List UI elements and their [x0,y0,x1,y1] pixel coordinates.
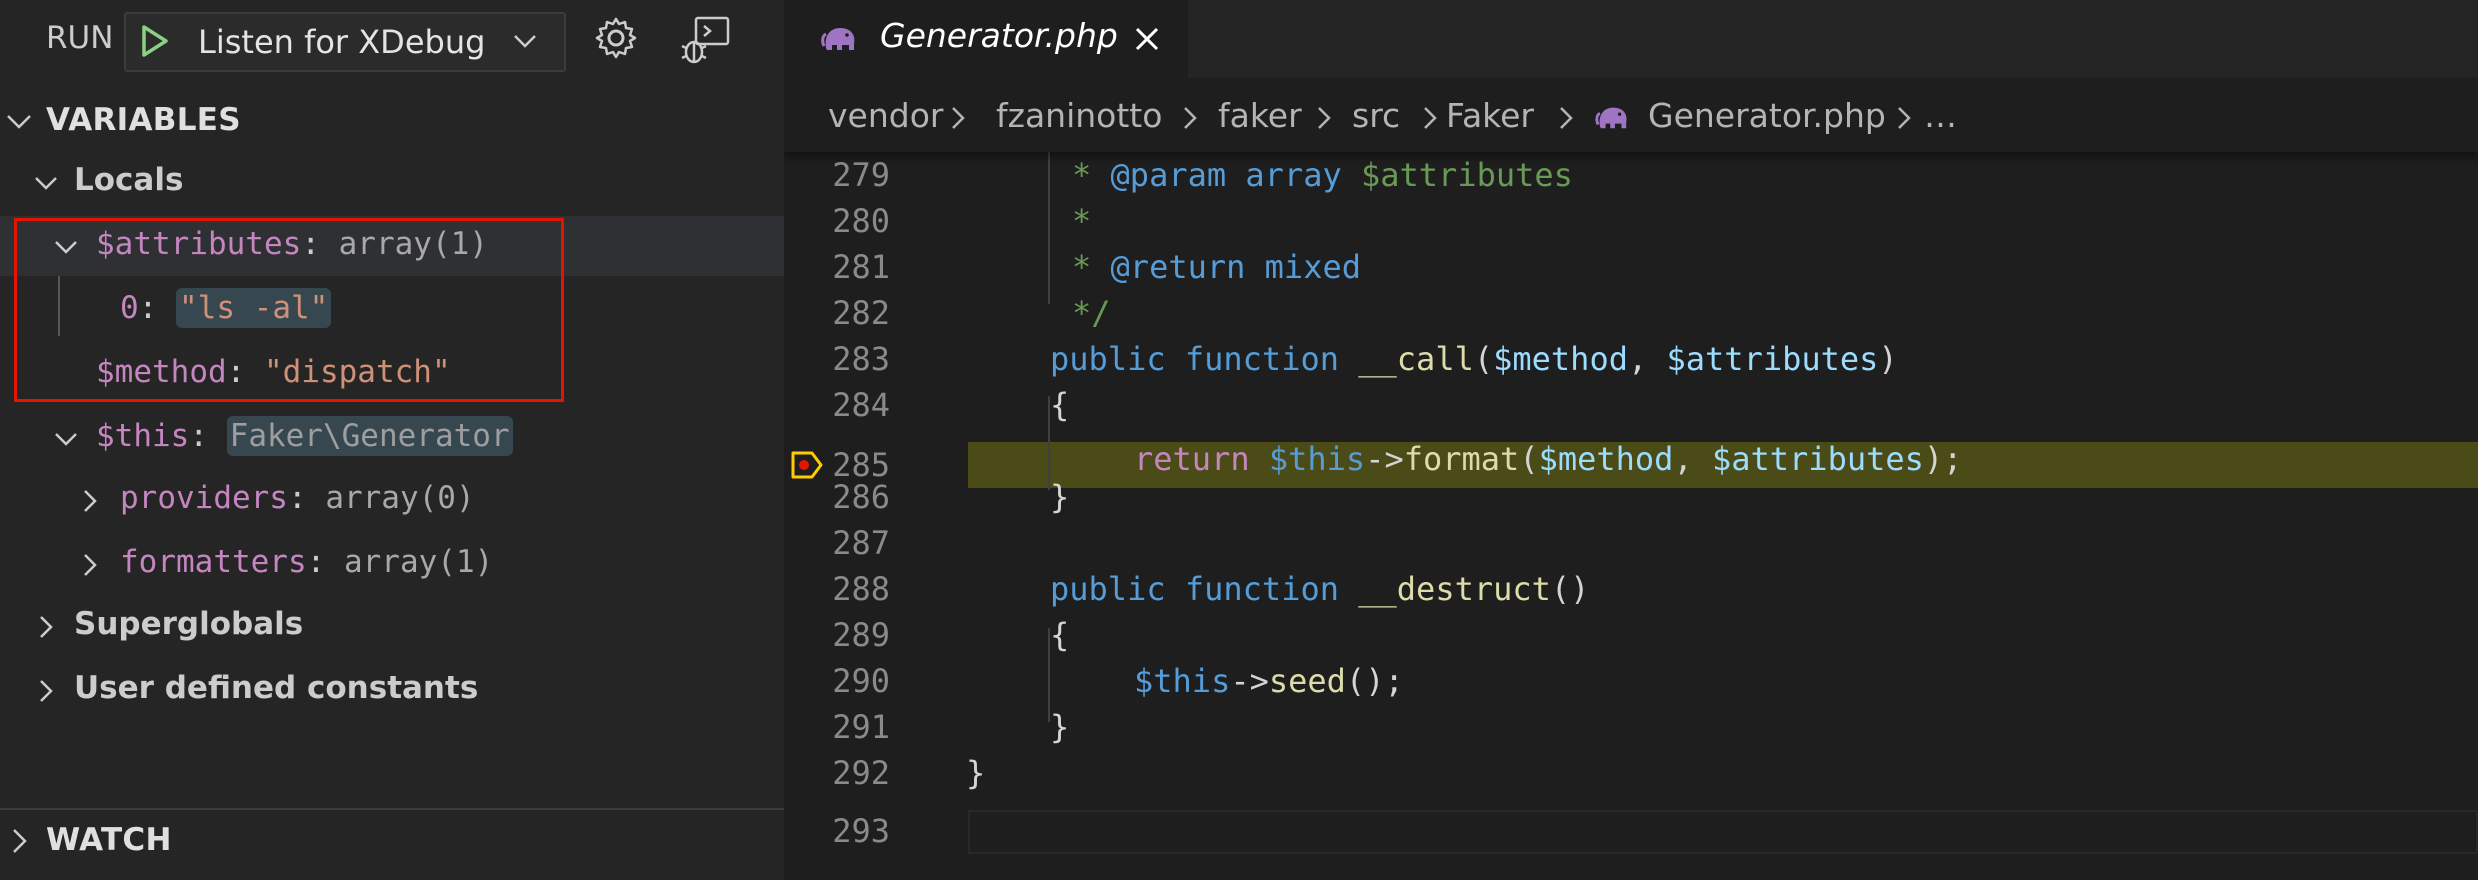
code-line: 280 * [784,198,2478,244]
line-number: 293 [832,812,890,850]
line-number: 280 [832,202,890,240]
annotation-highlight-box [14,218,564,402]
line-number: 284 [832,386,890,424]
code-line: 292 } [784,750,2478,796]
superglobals-label: Superglobals [74,606,304,642]
php-elephant-icon [1595,107,1627,129]
line-number: 286 [832,478,890,516]
code-editor: Generator.php vendor fzaninotto faker sr… [784,0,2478,880]
breadcrumb-item[interactable]: fzaninotto [996,96,1162,135]
line-number: 279 [832,156,890,194]
run-label: RUN [46,20,114,56]
chevron-right-icon [952,107,965,129]
variable-value: Faker\Generator [226,416,513,456]
gear-icon[interactable] [592,14,640,62]
code-line: 291 } [784,704,2478,750]
chevron-right-icon [84,554,97,576]
debug-configuration-select[interactable]: Listen for XDebug [124,12,566,72]
close-icon[interactable] [1130,22,1164,56]
code-line: 288 public function __destruct() [784,566,2478,612]
line-number: 292 [832,754,890,792]
variable-name: formatters [120,544,307,580]
chevron-down-icon [35,177,57,190]
variable-value: array(0) [325,480,475,516]
code-line: 289 { [784,612,2478,658]
code-line: 286 } [784,474,2478,520]
chevron-right-icon [40,680,53,702]
breadcrumb-item[interactable]: Faker [1446,96,1534,135]
variable-providers[interactable]: providers: array(0) [0,470,784,530]
user-constants-label: User defined constants [74,670,479,706]
tab-generator-php[interactable]: Generator.php [784,0,1188,78]
chevron-right-icon [84,490,97,512]
line-number: 290 [832,662,890,700]
debug-configuration-label: Listen for XDebug [198,23,486,61]
line-number: 288 [832,570,890,608]
variable-this[interactable]: $this: Faker\Generator [0,408,784,468]
chevron-right-icon [1560,107,1573,129]
breadcrumb-item[interactable]: Generator.php [1648,96,1886,135]
code-line: 290 $this->seed(); [784,658,2478,704]
chevron-right-icon [1184,107,1197,129]
chevron-down-icon [7,115,31,129]
watch-section-header[interactable]: WATCH [0,818,784,862]
php-elephant-icon [821,28,855,50]
chevron-right-icon [1318,107,1331,129]
chevron-down-icon[interactable] [510,26,540,56]
line-number: 291 [832,708,890,746]
breadcrumb-item[interactable]: … [1924,96,1957,135]
code-line: 282 */ [784,290,2478,336]
superglobals-scope[interactable]: Superglobals [0,596,784,656]
line-number: 282 [832,294,890,332]
chevron-down-icon [55,433,77,446]
chevron-right-icon [1898,107,1911,129]
breadcrumb: vendor fzaninotto faker src Faker Genera… [784,78,2478,152]
code-line: 279 * @param array $attributes [784,152,2478,198]
variables-section-header[interactable]: VARIABLES [0,98,784,142]
code-line: 293 [784,810,2478,856]
variable-name: $this [96,418,190,454]
watch-header-label: WATCH [46,822,172,858]
variable-value: array(1) [343,544,494,580]
locals-label: Locals [74,162,184,198]
line-number: 287 [832,524,890,562]
tab-title: Generator.php [880,16,1118,55]
variable-name: providers [120,480,288,516]
editor-tab-bar: Generator.php [784,0,2478,78]
play-icon[interactable] [136,23,172,59]
code-line: 281 * @return mixed [784,244,2478,290]
variables-header-label: VARIABLES [46,102,241,138]
breadcrumb-item[interactable]: src [1352,96,1400,135]
debug-toolbar: RUN Listen for XDebug [0,0,784,82]
breadcrumb-item[interactable]: faker [1218,96,1302,135]
locals-scope[interactable]: Locals [0,152,784,212]
chevron-right-icon [1424,107,1437,129]
user-constants-scope[interactable]: User defined constants [0,660,784,720]
debug-sidebar: RUN Listen for XDebug VARIABLES Locals $… [0,0,784,880]
breadcrumb-item[interactable]: vendor [828,96,943,135]
section-divider [0,808,784,810]
line-number: 289 [832,616,890,654]
debug-console-icon[interactable] [680,14,732,66]
line-number: 283 [832,340,890,378]
variable-formatters[interactable]: formatters: array(1) [0,534,784,594]
chevron-right-icon [13,829,27,853]
code-line: 284 { [784,382,2478,428]
code-line: 287 [784,520,2478,566]
chevron-right-icon [40,616,53,638]
code-area[interactable]: 279 * @param array $attributes 280 * 281… [784,152,2478,880]
code-line: 283 public function __call($method, $att… [784,336,2478,382]
line-number: 281 [832,248,890,286]
